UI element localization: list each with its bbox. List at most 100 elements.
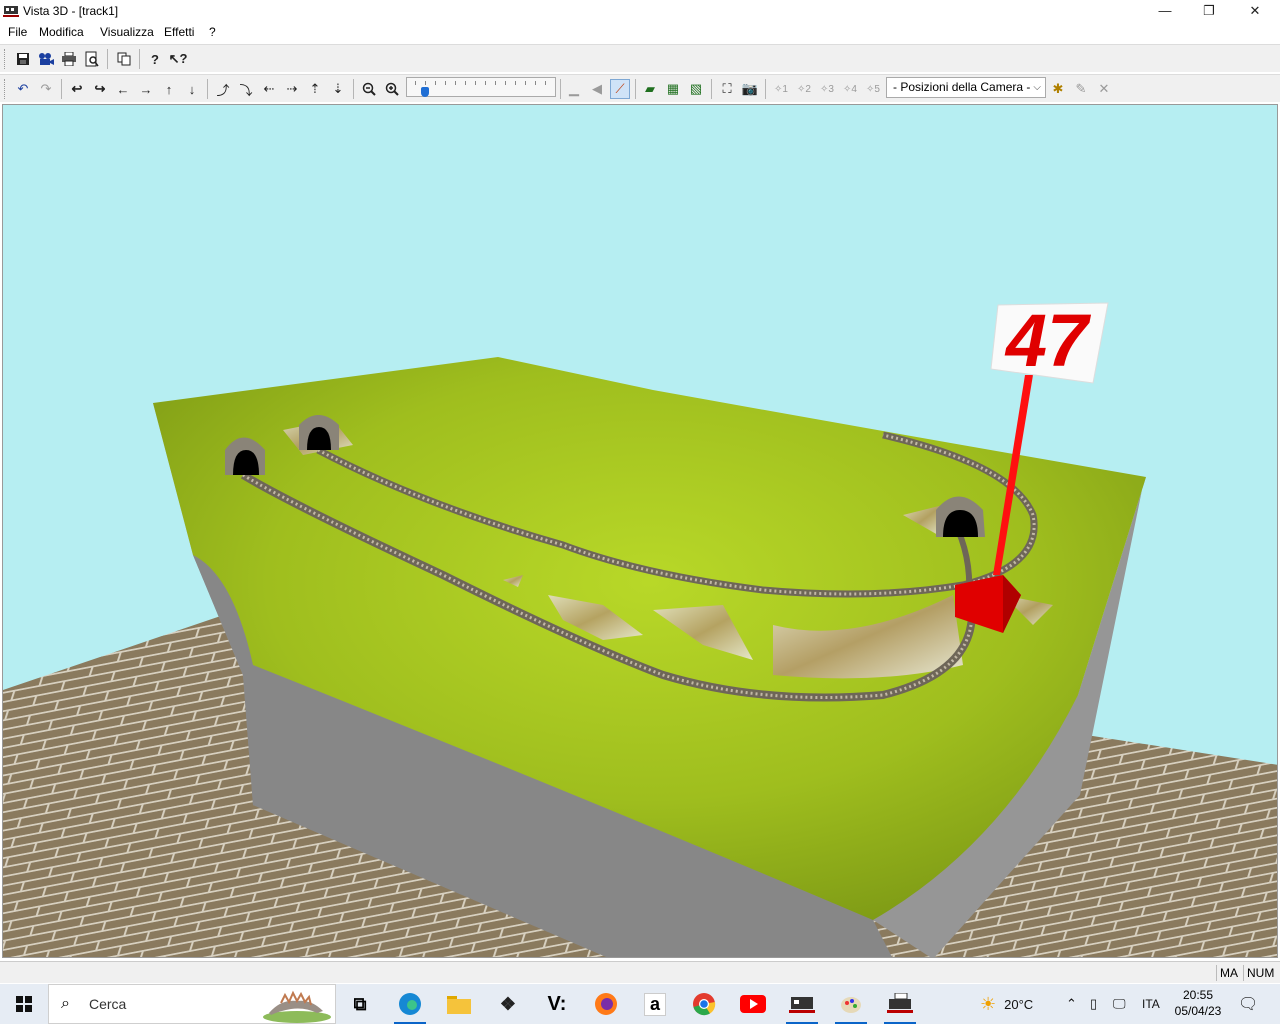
record-video-button[interactable] [36, 49, 56, 69]
move-left-button[interactable]: ← [113, 79, 133, 99]
zoom-out-button[interactable] [359, 79, 379, 99]
save-button[interactable] [13, 49, 33, 69]
amazon-taskbar-button[interactable]: a [635, 988, 675, 1020]
paint-taskbar-button[interactable] [831, 988, 871, 1024]
move-down-button[interactable]: ↓ [182, 79, 202, 99]
move-right-button[interactable]: → [136, 79, 156, 99]
tilt-down-button[interactable]: ⤵ [236, 79, 256, 99]
title-bar: Vista 3D - [track1] — ❐ ✕ [0, 0, 1280, 23]
menu-visualizza[interactable]: Visualizza [100, 25, 154, 39]
restore-button[interactable]: ❐ [1186, 0, 1232, 23]
chrome-taskbar-button[interactable] [684, 988, 724, 1020]
context-help-button[interactable]: ↖? [168, 49, 188, 69]
file-explorer-taskbar-button[interactable] [439, 988, 479, 1020]
raise-camera-button[interactable]: ⇡ [305, 79, 325, 99]
grid-icon: ▦ [666, 81, 680, 96]
system-clock[interactable]: 20:55 05/04/23 [1168, 987, 1228, 1019]
camera-position-2-button[interactable]: ✧2 [794, 79, 814, 99]
redo-button[interactable]: ↷ [36, 79, 56, 99]
menu-file[interactable]: File [8, 25, 27, 39]
firefox-taskbar-button[interactable] [586, 988, 626, 1020]
edit-camera-position-button[interactable]: ✎ [1071, 79, 1091, 99]
v-app-taskbar-button[interactable]: V: [537, 988, 577, 1020]
help-button[interactable]: ? [145, 49, 165, 69]
vista3d-taskbar-button[interactable] [880, 988, 920, 1024]
toolbar-separator [353, 79, 354, 99]
camera-icon: 📷 [741, 81, 759, 96]
undo-button[interactable]: ↶ [13, 79, 33, 99]
spotlight-icon: ◀ [592, 81, 602, 96]
copy-icon [117, 52, 131, 66]
texture-button[interactable]: ▧ [686, 79, 706, 99]
weather-widget[interactable]: ☀ 20°C [980, 984, 1033, 1024]
taskbar-search-box[interactable]: ⌕ Cerca [48, 984, 336, 1024]
view-mode-light-button[interactable]: ◀ [587, 79, 607, 99]
task-view-icon: ⧉ [353, 993, 367, 1014]
zoom-slider[interactable] [406, 77, 556, 97]
pan-right-button[interactable]: ⇢ [282, 79, 302, 99]
copy-button[interactable] [114, 49, 134, 69]
edge-taskbar-button[interactable] [390, 988, 430, 1024]
camera-raise-icon: ⇡ [309, 81, 321, 96]
view-mode-flat-button[interactable]: ▁ [564, 79, 584, 99]
camera-pan-right-icon: ⇢ [286, 81, 298, 96]
camera-position-icon: ✧4 [843, 83, 857, 95]
minimize-button[interactable]: — [1142, 0, 1188, 23]
print-button[interactable] [59, 49, 79, 69]
pan-left-button[interactable]: ⇠ [259, 79, 279, 99]
toolbar-grip[interactable] [4, 49, 7, 69]
network-tray-button[interactable]: 🖵 [1113, 984, 1126, 1024]
menu-effetti[interactable]: Effetti [164, 25, 194, 39]
usb-tray-icon-button[interactable]: ▯ [1090, 984, 1097, 1024]
dropbox-taskbar-button[interactable]: ❖ [488, 988, 528, 1020]
arrow-right-icon: → [139, 81, 153, 97]
menu-modifica[interactable]: Modifica [39, 25, 84, 39]
menu-help[interactable]: ? [209, 25, 216, 39]
save-icon [17, 53, 29, 65]
minimize-icon: — [1158, 3, 1172, 18]
grid-button[interactable]: ▦ [663, 79, 683, 99]
task-view-button[interactable]: ⧉ [340, 988, 380, 1020]
windows-logo-icon [16, 996, 32, 1012]
snapshot-button[interactable]: 📷 [740, 79, 760, 99]
move-up-button[interactable]: ↑ [159, 79, 179, 99]
camera-position-5-button[interactable]: ✧5 [863, 79, 883, 99]
slider-ticks [415, 81, 547, 85]
3d-scene[interactable]: 47 [3, 105, 1278, 958]
camera-position-1-button[interactable]: ✧1 [771, 79, 791, 99]
view-mode-track-button[interactable]: ⟋ [610, 79, 630, 99]
3d-viewport[interactable]: 47 [2, 104, 1278, 958]
camera-position-select[interactable]: - Posizioni della Camera - ⌵ [886, 77, 1046, 98]
edit-camera-icon: ✎ [1075, 81, 1087, 96]
youtube-taskbar-button[interactable] [733, 988, 773, 1020]
toolbar-grip[interactable] [4, 79, 7, 99]
language-indicator[interactable]: ITA [1142, 984, 1160, 1024]
rotate-right-button[interactable]: ↪ [90, 79, 110, 99]
train-app-taskbar-button[interactable] [782, 988, 822, 1024]
print-preview-button[interactable] [82, 49, 102, 69]
camera-position-3-button[interactable]: ✧3 [817, 79, 837, 99]
camera-lower-icon: ⇣ [332, 81, 344, 96]
delete-camera-position-button[interactable]: ✕ [1094, 79, 1114, 99]
terrain-grid-button[interactable]: ▰ [640, 79, 660, 99]
zoom-in-button[interactable] [382, 79, 402, 99]
add-camera-position-button[interactable]: ✱ [1048, 79, 1068, 99]
start-button[interactable] [0, 984, 48, 1024]
tilt-up-button[interactable]: ⤴ [213, 79, 233, 99]
fit-view-button[interactable]: ⛶ [717, 79, 737, 99]
paint-palette-icon [841, 997, 861, 1013]
slider-thumb[interactable] [421, 87, 429, 97]
notification-center-button[interactable]: 🗨 [1238, 984, 1258, 1024]
camera-position-4-button[interactable]: ✧4 [840, 79, 860, 99]
v-app-icon: V: [547, 992, 567, 1015]
rotate-left-button[interactable]: ↩ [67, 79, 87, 99]
notification-icon: 🗨 [1238, 996, 1259, 1013]
track-view-icon: ⟋ [615, 81, 625, 96]
caps-lock-indicator: MA [1216, 965, 1241, 981]
close-button[interactable]: ✕ [1232, 0, 1278, 23]
arrow-left-icon: ← [116, 81, 130, 97]
show-hidden-icons-button[interactable]: ⌃ [1066, 984, 1077, 1024]
lower-camera-button[interactable]: ⇣ [328, 79, 348, 99]
delete-camera-icon: ✕ [1098, 81, 1110, 96]
zoom-out-icon [362, 82, 376, 96]
